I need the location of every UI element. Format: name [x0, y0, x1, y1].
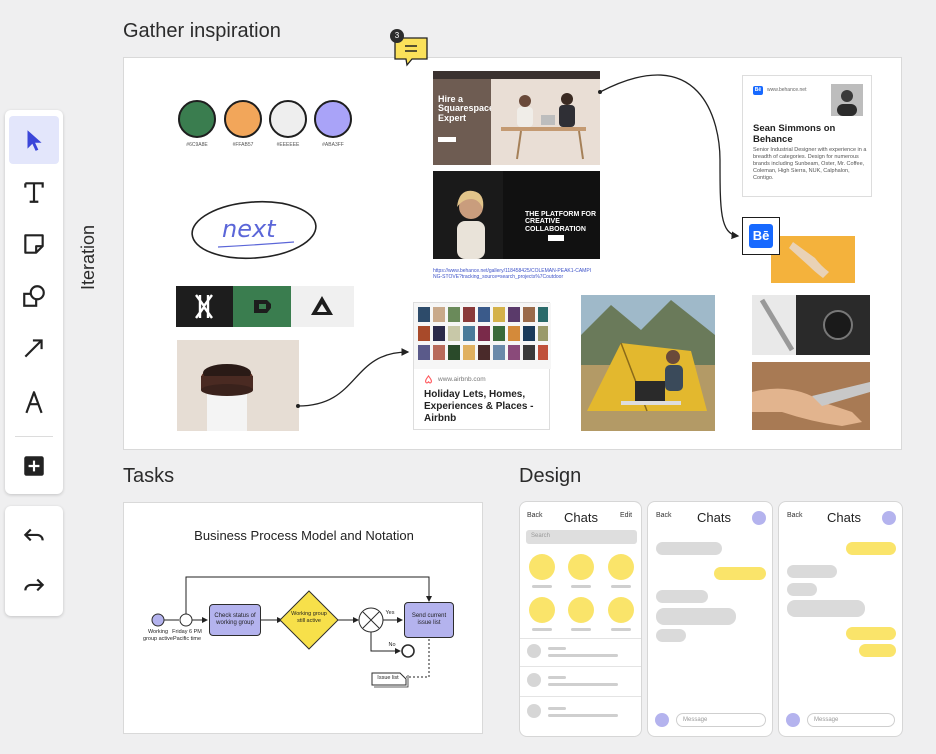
contact-avatar[interactable]	[529, 597, 555, 623]
contact-avatar[interactable]	[568, 597, 594, 623]
user-avatar	[786, 713, 800, 727]
back-link[interactable]: Back	[787, 512, 803, 519]
back-link[interactable]: Back	[656, 512, 672, 519]
phone-title: Chats	[564, 510, 598, 525]
sent-bubble	[859, 644, 896, 657]
received-bubble	[656, 608, 736, 625]
phone-title: Chats	[827, 510, 861, 525]
user-avatar[interactable]	[882, 511, 896, 525]
received-bubble	[787, 565, 837, 578]
received-bubble	[787, 600, 865, 617]
contact-avatar[interactable]	[568, 554, 594, 580]
contact-avatar[interactable]	[608, 554, 634, 580]
sent-bubble	[846, 627, 896, 640]
message-input[interactable]: Message	[807, 713, 895, 727]
contact-avatar[interactable]	[608, 597, 634, 623]
user-avatar[interactable]	[752, 511, 766, 525]
received-bubble	[656, 542, 722, 555]
bpmn-yes-label: Yes	[385, 610, 395, 616]
phone-mockup-chat-2[interactable]: Back Chats Message	[778, 501, 903, 737]
received-bubble	[656, 590, 708, 603]
phone-title: Chats	[697, 510, 731, 525]
chat-row-avatar	[527, 704, 541, 718]
bpmn-gateway-label: Working group still active	[291, 611, 327, 624]
chat-row-avatar	[527, 673, 541, 687]
bpmn-task-send-issue-list[interactable]: Send current issue list	[404, 602, 454, 638]
received-bubble	[656, 629, 686, 642]
bpmn-task-check-status[interactable]: Check status of working group	[209, 604, 261, 636]
sent-bubble	[714, 567, 766, 580]
contact-avatar[interactable]	[529, 554, 555, 580]
bpmn-no-label: No	[388, 642, 396, 648]
edit-link[interactable]: Edit	[620, 512, 632, 519]
back-link[interactable]: Back	[527, 512, 543, 519]
message-input[interactable]: Message	[676, 713, 766, 727]
sent-bubble	[846, 542, 896, 555]
tasks-frame[interactable]: Business Process Model and Notation Work…	[123, 502, 483, 734]
phone-mockup-chats-list[interactable]: Back Chats Edit Search	[519, 501, 642, 737]
bpmn-doc-label: Issue list	[377, 675, 399, 681]
phone-mockup-chat-1[interactable]: Back Chats Message	[647, 501, 773, 737]
chat-row-avatar	[527, 644, 541, 658]
search-field[interactable]: Search	[526, 530, 637, 544]
bpmn-timer-label: Friday 6 PM Pacific time	[172, 629, 202, 642]
received-bubble	[787, 583, 817, 596]
user-avatar	[655, 713, 669, 727]
